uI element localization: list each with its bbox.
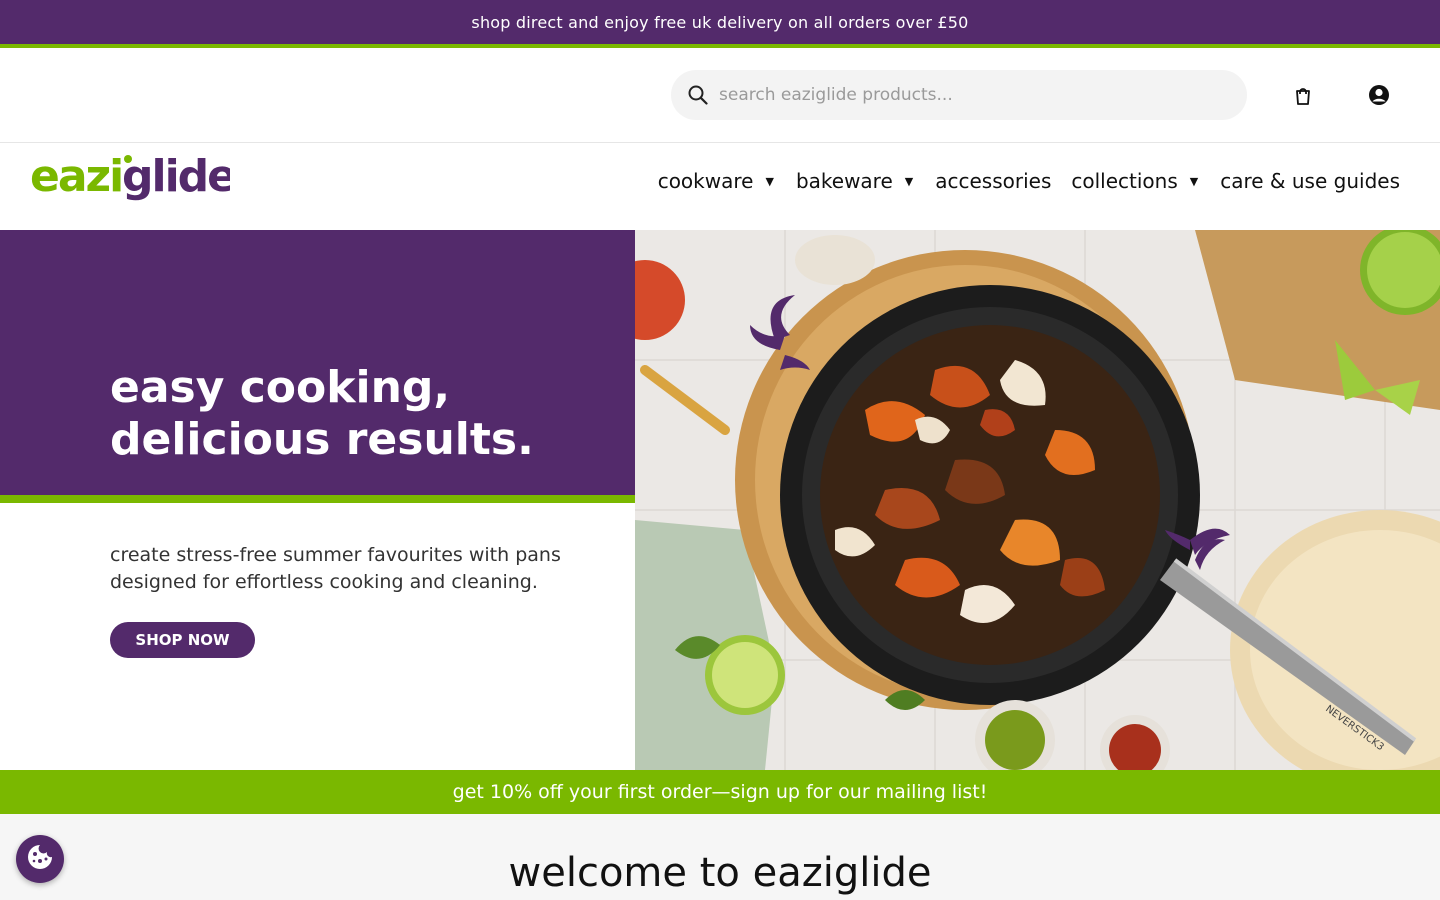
search-bar[interactable] [671, 70, 1247, 120]
eaziglide-logo[interactable]: eazi glide [30, 151, 237, 207]
hero-food-image: NEVERSTICK3 [635, 230, 1440, 770]
hero-headline-line1: easy cooking, [110, 362, 451, 413]
hero-subtext-line1: create stress-free summer favourites wit… [110, 544, 561, 566]
mailing-list-promo[interactable]: get 10% off your first order—sign up for… [0, 770, 1440, 814]
search-input[interactable] [719, 85, 1219, 105]
nav-item-accessories[interactable]: accessories [935, 169, 1051, 193]
header [0, 48, 1440, 143]
hero-subtext-line2: designed for effortless cooking and clea… [110, 571, 538, 593]
cookie-settings-button[interactable] [16, 835, 64, 883]
nav-menu: cookware ▼ bakeware ▼ accessories collec… [638, 169, 1400, 193]
hero-subtext: create stress-free summer favourites wit… [110, 542, 570, 596]
search-icon[interactable] [687, 84, 709, 106]
announcement-bar: shop direct and enjoy free uk delivery o… [0, 0, 1440, 44]
nav-item-collections[interactable]: collections ▼ [1071, 169, 1200, 193]
hero-headline-line2: delicious results. [110, 414, 534, 465]
svg-text:glide: glide [122, 151, 230, 202]
main-navigation: eazi glide cookware ▼ bakeware ▼ accesso… [0, 143, 1440, 230]
nav-item-label: collections [1071, 169, 1178, 193]
nav-item-label: bakeware [795, 169, 893, 193]
hero-green-stripe [0, 495, 635, 503]
announcement-text: shop direct and enjoy free uk delivery o… [471, 12, 969, 32]
nav-item-cookware[interactable]: cookware ▼ [658, 169, 776, 193]
cookie-icon [26, 843, 54, 875]
hero-text-panel: easy cooking, delicious results. create … [0, 230, 635, 770]
cart-icon[interactable] [1292, 85, 1314, 107]
nav-item-label: care & use guides [1220, 169, 1400, 193]
nav-item-label: cookware [657, 169, 754, 193]
nav-item-label: accessories [935, 169, 1052, 193]
shop-now-button[interactable]: SHOP NOW [110, 622, 255, 658]
caret-down-icon: ▼ [1189, 174, 1199, 188]
welcome-section: welcome to eaziglide [0, 814, 1440, 900]
svg-text:eazi: eazi [30, 151, 122, 202]
promo-text[interactable]: get 10% off your first order—sign up for… [453, 781, 988, 803]
nav-item-care-use-guides[interactable]: care & use guides [1220, 169, 1400, 193]
caret-down-icon: ▼ [765, 174, 774, 188]
account-icon[interactable] [1368, 84, 1390, 106]
caret-down-icon: ▼ [904, 174, 914, 188]
hero-banner[interactable]: easy cooking, delicious results. create … [0, 230, 1440, 770]
welcome-heading: welcome to eaziglide [508, 850, 932, 896]
nav-item-bakeware[interactable]: bakeware ▼ [796, 169, 915, 193]
hero-headline: easy cooking, delicious results. [110, 362, 534, 466]
